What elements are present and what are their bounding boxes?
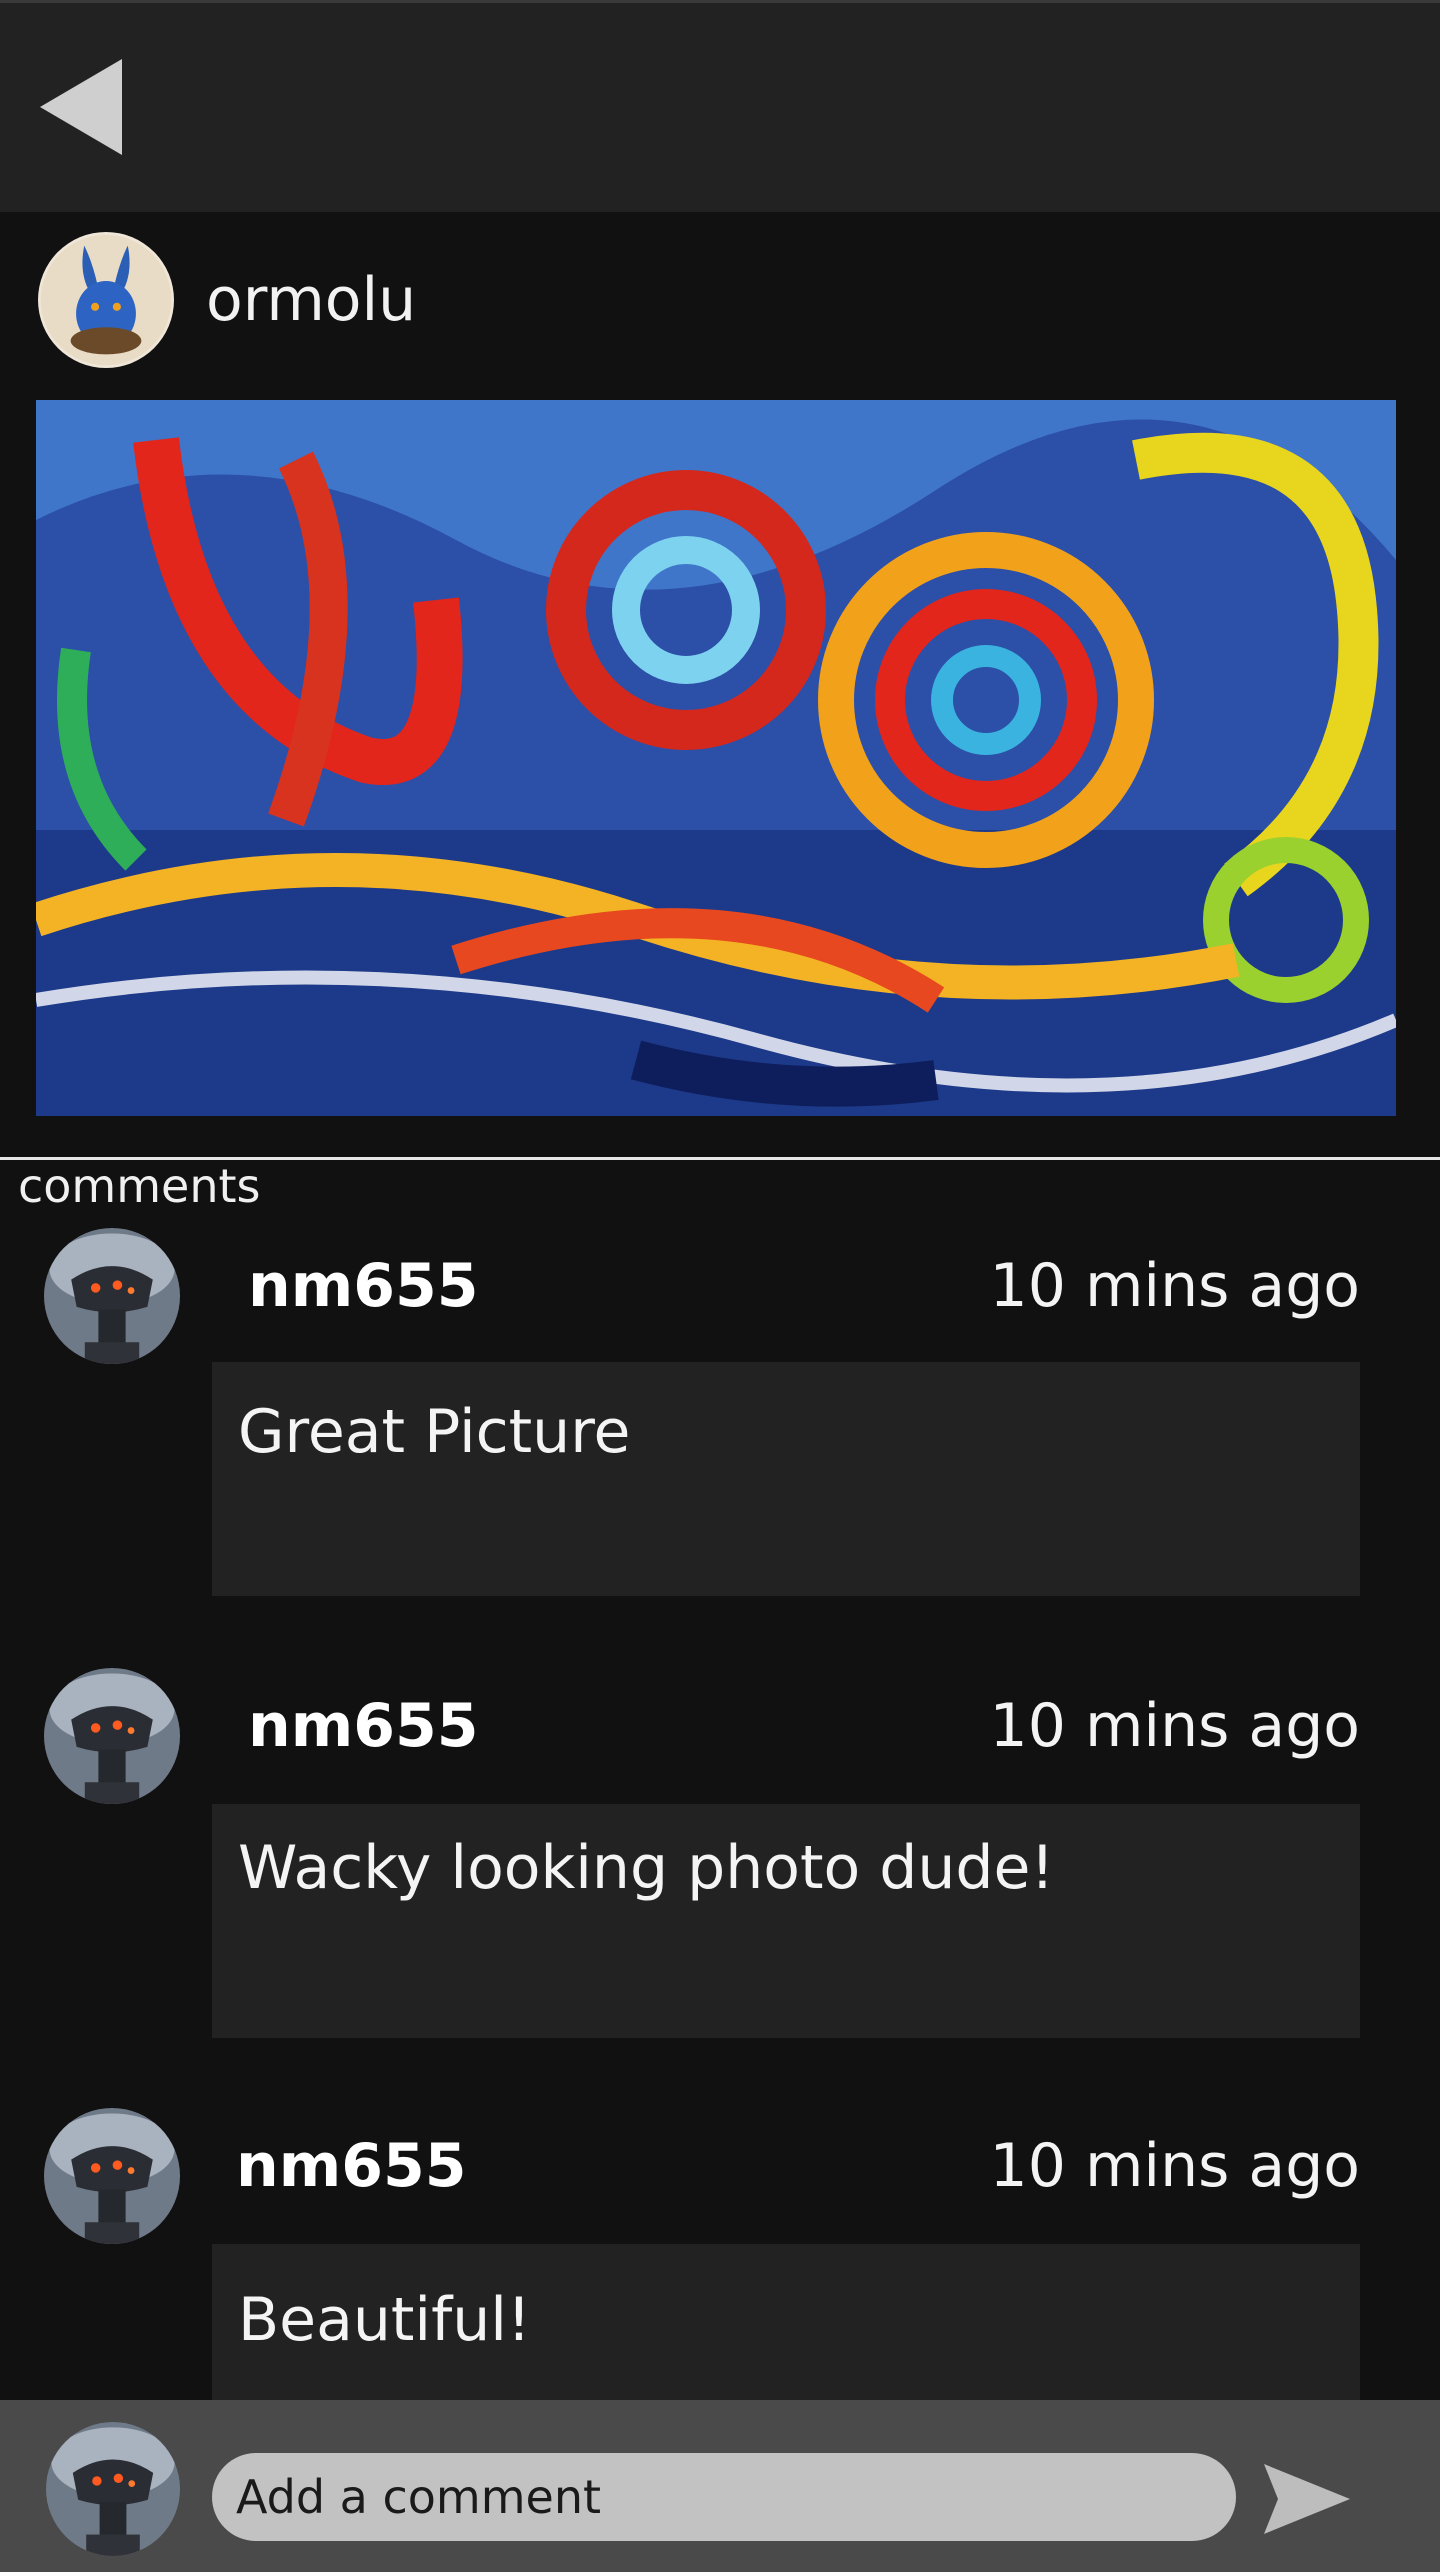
back-icon[interactable] (34, 55, 130, 159)
comment-username[interactable]: nm655 (248, 1246, 478, 1326)
comment-composer (0, 2400, 1440, 2572)
comments-heading: comments (18, 1159, 261, 1213)
comment-box: Beautiful! (212, 2244, 1360, 2400)
comment-username[interactable]: nm655 (236, 2126, 466, 2206)
post-author[interactable]: ormolu (38, 230, 416, 370)
send-arrow-icon[interactable] (1262, 2460, 1352, 2538)
comment-box: Wacky looking photo dude! (212, 1804, 1360, 2038)
comment-username[interactable]: nm655 (248, 1686, 478, 1766)
comment-timestamp: 10 mins ago (989, 2131, 1360, 2201)
robot-avatar[interactable] (44, 1668, 180, 1804)
comment-input[interactable] (212, 2453, 1236, 2541)
comment-timestamp: 10 mins ago (989, 1691, 1360, 1761)
comment-item: nm655 10 mins ago Wacky looking photo du… (0, 1668, 1440, 2048)
comment-box: Great Picture (212, 1362, 1360, 1596)
robot-avatar[interactable] (44, 2108, 180, 2244)
comment-text: Great Picture (238, 1397, 631, 1467)
comment-text: Beautiful! (238, 2285, 531, 2355)
post-author-name[interactable]: ormolu (206, 265, 416, 335)
robot-avatar[interactable] (44, 1228, 180, 1364)
comment-timestamp: 10 mins ago (989, 1251, 1360, 1321)
post-image (36, 400, 1396, 1116)
comment-text: Wacky looking photo dude! (238, 1833, 1055, 1903)
top-bar (0, 0, 1440, 212)
comment-item: nm655 10 mins ago Great Picture (0, 1228, 1440, 1608)
robot-avatar[interactable] (46, 2422, 180, 2556)
rabbit-avatar[interactable] (38, 232, 174, 368)
